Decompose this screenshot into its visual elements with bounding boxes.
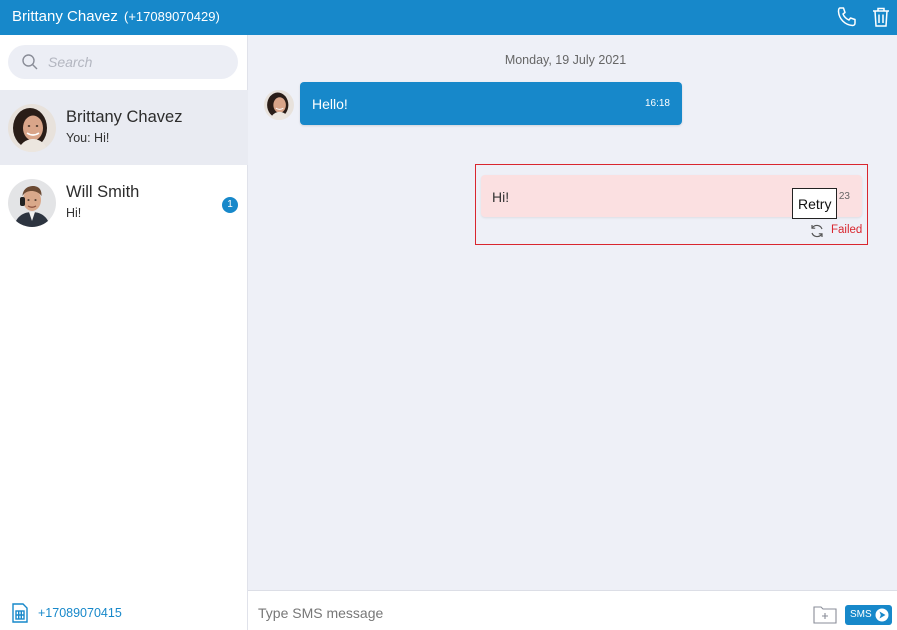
send-sms-button[interactable]: SMS bbox=[845, 605, 892, 625]
message-thread: Monday, 19 July 2021 Hello! 16:18 Hi! 23… bbox=[248, 35, 897, 590]
trash-icon[interactable] bbox=[869, 5, 893, 29]
message-time: 23 bbox=[838, 191, 850, 202]
sidebar-footer: +17089070415 bbox=[0, 595, 248, 630]
attach-folder-icon[interactable] bbox=[813, 604, 837, 624]
conversation-name: Will Smith bbox=[66, 183, 140, 201]
retry-tooltip: Retry bbox=[792, 188, 838, 219]
conversation-preview: Hi! bbox=[66, 206, 82, 220]
send-arrow-icon bbox=[875, 608, 889, 622]
message-input[interactable] bbox=[258, 603, 798, 623]
unread-badge: 1 bbox=[222, 197, 238, 213]
date-separator: Monday, 19 July 2021 bbox=[504, 53, 627, 67]
header-contact-phone: (+17089070429) bbox=[124, 9, 220, 24]
search-icon bbox=[21, 53, 39, 71]
conversation-sidebar: Brittany Chavez You: Hi! Will Smith Hi! … bbox=[0, 35, 248, 630]
failed-message-frame: Hi! 23 Retry Failed bbox=[475, 164, 868, 245]
sim-card-icon bbox=[11, 602, 29, 624]
send-button-label: SMS bbox=[850, 609, 872, 620]
header-contact-name: Brittany Chavez bbox=[12, 8, 118, 25]
message-text: Hello! bbox=[312, 96, 348, 112]
retry-icon[interactable] bbox=[809, 223, 825, 239]
message-text: Hi! bbox=[492, 189, 510, 205]
message-composer: SMS bbox=[248, 590, 897, 630]
avatar bbox=[8, 179, 56, 227]
my-phone-number[interactable]: +17089070415 bbox=[38, 606, 122, 620]
conversation-item-brittany-chavez[interactable]: Brittany Chavez You: Hi! bbox=[0, 90, 248, 165]
conversation-item-will-smith[interactable]: Will Smith Hi! 1 bbox=[0, 165, 248, 240]
search-box bbox=[8, 45, 238, 79]
search-input[interactable] bbox=[48, 52, 228, 72]
chat-header: Brittany Chavez (+17089070429) bbox=[0, 0, 897, 35]
phone-icon[interactable] bbox=[835, 5, 859, 29]
conversation-preview: You: Hi! bbox=[66, 131, 110, 145]
message-time: 16:18 bbox=[644, 98, 670, 109]
incoming-message[interactable]: Hello! 16:18 bbox=[300, 82, 682, 125]
conversation-name: Brittany Chavez bbox=[66, 108, 183, 126]
avatar bbox=[8, 104, 56, 152]
avatar bbox=[264, 90, 294, 120]
message-status: Failed bbox=[831, 224, 863, 236]
